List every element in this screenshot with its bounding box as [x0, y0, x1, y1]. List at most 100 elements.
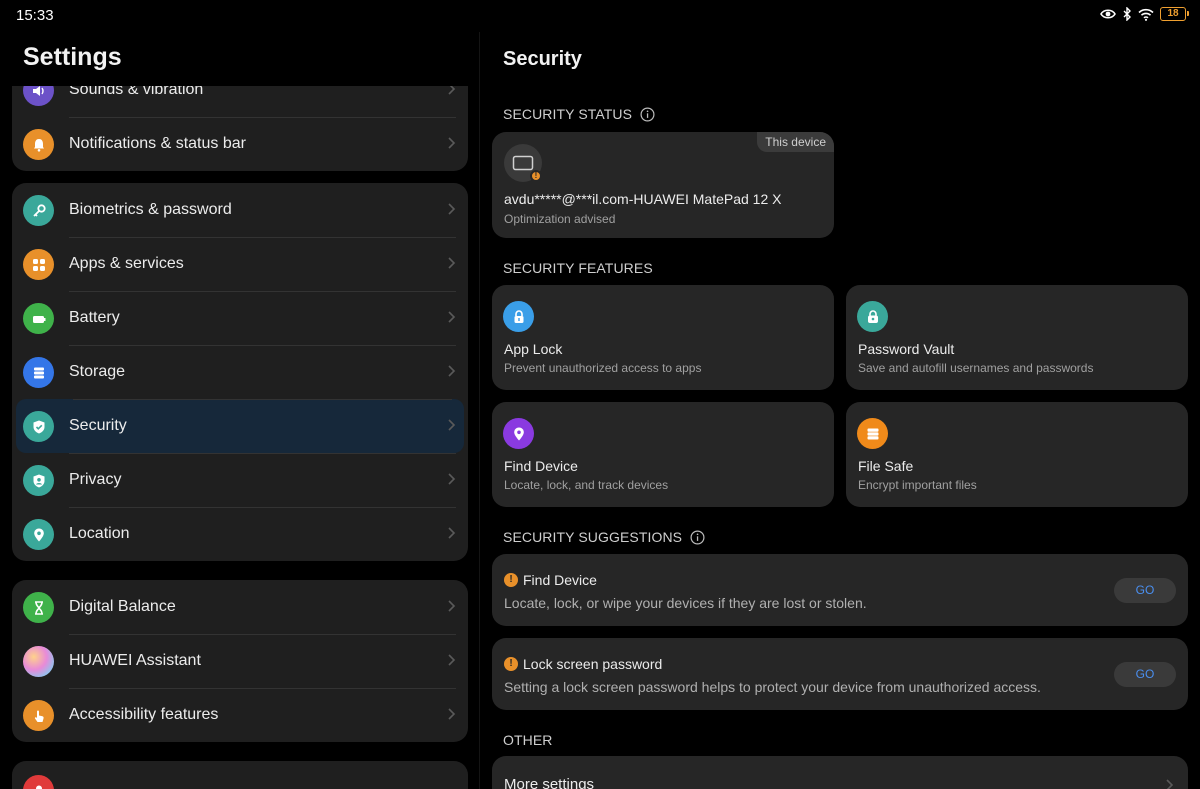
status-time: 15:33 [16, 7, 54, 24]
file-safe-icon [857, 418, 888, 449]
sidebar-item-biometrics[interactable]: Biometrics & password [12, 183, 468, 237]
warning-icon: ! [504, 573, 518, 587]
feature-card-password-vault[interactable]: Password Vault Save and autofill usernam… [846, 285, 1188, 390]
sidebar-item-accessibility[interactable]: Accessibility features [12, 688, 468, 742]
settings-group-wellbeing: Digital Balance HUAWEI Assistant Accessi… [12, 580, 468, 742]
more-settings-row[interactable]: More settings [492, 756, 1188, 789]
sidebar-item-apps-services[interactable]: Apps & services [12, 237, 468, 291]
vault-lock-icon [857, 301, 888, 332]
info-icon[interactable] [690, 529, 705, 545]
this-device-badge: This device [757, 132, 834, 152]
speaker-icon [23, 86, 54, 106]
feature-title: Find Device [504, 458, 578, 474]
feature-title: Password Vault [858, 341, 955, 357]
settings-group-users [12, 761, 468, 789]
feature-description: Locate, lock, and track devices [504, 478, 669, 492]
go-button[interactable]: GO [1114, 578, 1176, 603]
security-status-header: SECURITY STATUS [503, 106, 655, 122]
security-features-header: SECURITY FEATURES [503, 260, 653, 276]
suggestion-title-row: ! Lock screen password [504, 656, 662, 672]
sidebar-item-label: Security [69, 417, 127, 434]
suggestion-title-row: ! Find Device [504, 572, 597, 588]
chevron-right-icon [448, 137, 456, 149]
info-icon[interactable] [640, 106, 655, 122]
section-header-label: SECURITY STATUS [503, 106, 633, 122]
settings-group-sound-notifications: Sounds & vibration Notifications & statu… [12, 86, 468, 171]
chevron-right-icon [448, 86, 456, 95]
chevron-right-icon [448, 654, 456, 666]
sidebar-item-label: HUAWEI Assistant [69, 652, 201, 669]
device-status-text: Optimization advised [504, 212, 616, 226]
sidebar-item-users-accounts[interactable] [12, 761, 468, 789]
sidebar-item-storage[interactable]: Storage [12, 345, 468, 399]
detail-title: Security [503, 48, 582, 70]
settings-group-device: Biometrics & password Apps & services Ba… [12, 183, 468, 561]
sidebar-item-sounds-vibration[interactable]: Sounds & vibration [12, 86, 468, 117]
sidebar-item-label: Privacy [69, 471, 122, 488]
hourglass-icon [23, 592, 54, 623]
sidebar-item-notifications[interactable]: Notifications & status bar [12, 117, 468, 171]
battery-level: 18 [1167, 8, 1179, 19]
feature-card-find-device[interactable]: Find Device Locate, lock, and track devi… [492, 402, 834, 507]
sidebar-item-privacy[interactable]: Privacy [12, 453, 468, 507]
sidebar-item-label: Apps & services [69, 255, 184, 272]
feature-title: App Lock [504, 341, 563, 357]
padlock-icon [503, 301, 534, 332]
wifi-icon [1138, 8, 1154, 21]
key-icon [23, 195, 54, 226]
suggestion-description: Setting a lock screen password helps to … [504, 679, 1041, 695]
chevron-right-icon [448, 257, 456, 269]
find-pin-icon [503, 418, 534, 449]
more-settings-label: More settings [504, 776, 595, 789]
security-detail-pane: Security SECURITY STATUS This device ! a… [480, 32, 1200, 789]
sidebar-item-label: Storage [69, 363, 126, 380]
sidebar-item-label: Battery [69, 309, 120, 326]
feature-description: Save and autofill usernames and password… [858, 361, 1094, 375]
sidebar-item-label: Notifications & status bar [69, 135, 246, 152]
assistant-orb-icon [23, 646, 54, 677]
chevron-right-icon [1166, 779, 1174, 789]
bluetooth-icon [1123, 7, 1131, 21]
sidebar-item-label: Digital Balance [69, 598, 176, 615]
feature-description: Encrypt important files [858, 478, 977, 492]
chevron-right-icon [448, 203, 456, 215]
sidebar-item-label: Biometrics & password [69, 201, 232, 218]
sidebar-item-security[interactable]: Security [16, 399, 464, 453]
sidebar-item-location[interactable]: Location [12, 507, 468, 561]
sidebar-item-digital-balance[interactable]: Digital Balance [12, 580, 468, 634]
warning-dot-icon: ! [530, 170, 542, 182]
privacy-shield-icon [23, 465, 54, 496]
feature-title: File Safe [858, 458, 914, 474]
apps-grid-icon [23, 249, 54, 280]
chevron-right-icon [448, 311, 456, 323]
feature-card-app-lock[interactable]: App Lock Prevent unauthorized access to … [492, 285, 834, 390]
page-title: Settings [23, 43, 122, 71]
sidebar-item-battery[interactable]: Battery [12, 291, 468, 345]
chevron-right-icon [448, 419, 456, 431]
status-icons: 18 [1100, 7, 1189, 21]
status-bar: 15:33 18 [0, 0, 1200, 32]
feature-card-file-safe[interactable]: File Safe Encrypt important files [846, 402, 1188, 507]
sidebar-item-label: Location [69, 525, 130, 542]
section-header-label: OTHER [503, 732, 553, 748]
location-pin-icon [23, 519, 54, 550]
suggestion-title: Find Device [523, 572, 597, 588]
hand-icon [23, 700, 54, 731]
sidebar-item-huawei-assistant[interactable]: HUAWEI Assistant [12, 634, 468, 688]
divider [69, 117, 456, 118]
section-header-label: SECURITY SUGGESTIONS [503, 529, 683, 545]
sidebar-item-label: Sounds & vibration [69, 86, 204, 98]
device-name: avdu*****@***il.com-HUAWEI MatePad 12 X [504, 191, 782, 207]
security-suggestions-header: SECURITY SUGGESTIONS [503, 529, 705, 545]
suggestion-card-lock-screen-password: ! Lock screen password Setting a lock sc… [492, 638, 1188, 710]
chevron-right-icon [448, 365, 456, 377]
other-header: OTHER [503, 732, 553, 748]
feature-description: Prevent unauthorized access to apps [504, 361, 702, 375]
suggestion-title: Lock screen password [523, 656, 663, 672]
battery-icon [23, 303, 54, 334]
suggestion-card-find-device: ! Find Device Locate, lock, or wipe your… [492, 554, 1188, 626]
settings-list-pane: Sounds & vibration Notifications & statu… [0, 32, 480, 789]
device-status-card[interactable]: This device ! avdu*****@***il.com-HUAWEI… [492, 132, 834, 238]
go-button[interactable]: GO [1114, 662, 1176, 687]
section-header-label: SECURITY FEATURES [503, 260, 653, 276]
